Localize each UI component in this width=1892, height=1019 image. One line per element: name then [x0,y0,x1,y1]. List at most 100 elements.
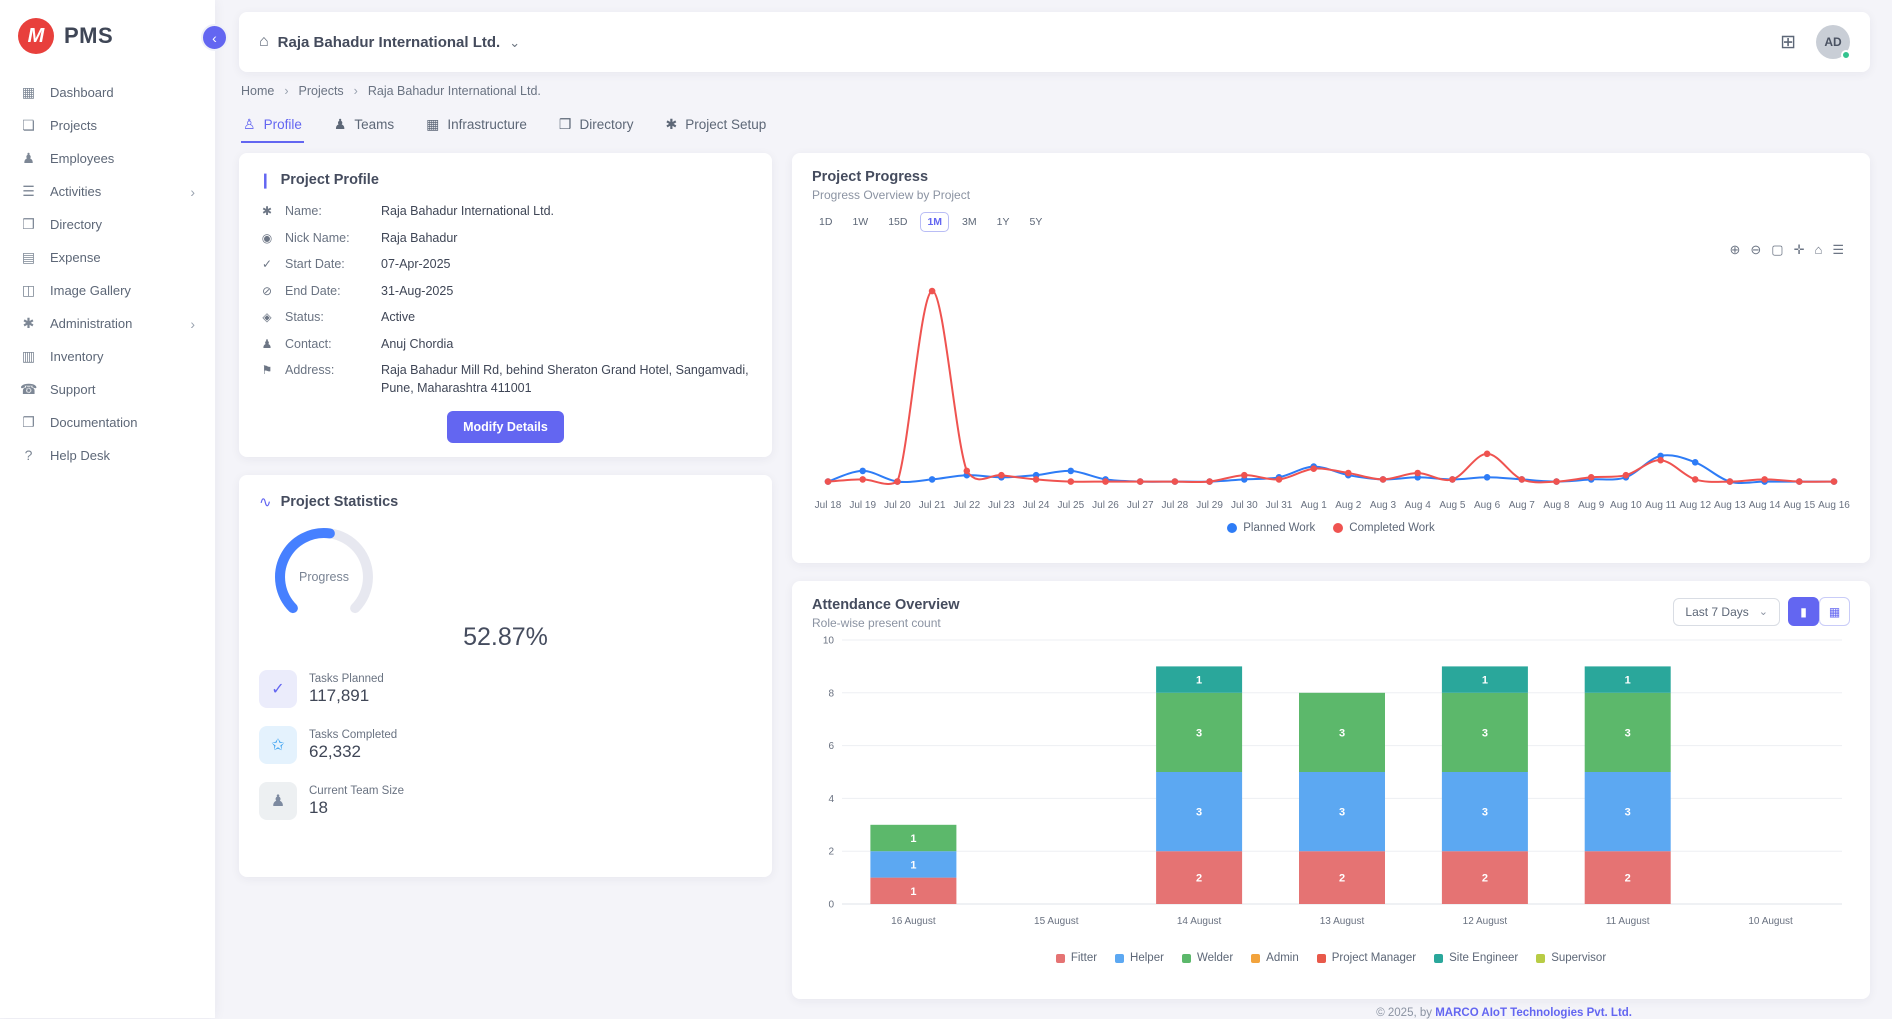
stats-list: ✓Tasks Planned117,891✩Tasks Completed62,… [259,670,752,820]
data-point-completed-work[interactable] [1449,476,1456,483]
data-point-planned-work[interactable] [1068,468,1075,475]
data-point-completed-work[interactable] [1206,478,1213,485]
sidebar-item-projects[interactable]: ❏Projects [0,109,215,142]
zoom-selection-icon[interactable]: ▢ [1771,242,1783,258]
sidebar-item-expense[interactable]: ▤Expense [0,241,215,274]
legend-planned-work[interactable]: Planned Work [1227,522,1315,534]
tab-teams[interactable]: ♟Teams [332,110,396,143]
data-point-completed-work[interactable] [825,478,832,485]
sidebar-item-activities[interactable]: ☰Activities› [0,175,215,208]
attendance-chart[interactable]: 024681011116 August15 August233114 Augus… [812,630,1850,950]
bar-value-label: 1 [910,833,916,845]
data-point-completed-work[interactable] [1033,476,1040,483]
user-avatar[interactable]: AD [1816,25,1850,59]
bar-chart-view-button[interactable]: ▮ [1788,597,1819,626]
data-point-completed-work[interactable] [1414,470,1421,477]
sidebar-item-directory[interactable]: ❒Directory [0,208,215,241]
zoom-out-icon[interactable]: ⊖ [1750,242,1761,258]
directory-icon: ❒ [20,216,37,233]
company-selector[interactable]: ⌂ Raja Bahadur International Ltd. ⌄ [259,33,520,51]
data-point-completed-work[interactable] [1796,478,1803,485]
x-axis-label: Jul 26 [1092,500,1119,511]
legend-project-manager[interactable]: Project Manager [1317,952,1416,964]
project-statistics-card: ∿ Project Statistics Progress 52.87% ✓Ta… [239,475,772,877]
sidebar-item-inventory[interactable]: ▥Inventory [0,340,215,373]
project-progress-chart[interactable]: Jul 18Jul 19Jul 20Jul 21Jul 22Jul 23Jul … [812,234,1850,520]
range-button-5y[interactable]: 5Y [1022,212,1049,232]
date-range-select[interactable]: Last 7 Days ⌄ [1673,598,1780,626]
range-button-1m[interactable]: 1M [920,212,949,232]
range-button-3m[interactable]: 3M [955,212,984,232]
sidebar-item-image-gallery[interactable]: ◫Image Gallery [0,274,215,307]
data-point-completed-work[interactable] [1102,478,1109,485]
legend-welder[interactable]: Welder [1182,952,1233,964]
company-link[interactable]: MARCO AIoT Technologies Pvt. Ltd. [1435,1007,1632,1019]
breadcrumb-item-home[interactable]: Home [241,84,274,98]
data-point-planned-work[interactable] [1692,459,1699,466]
range-button-15d[interactable]: 15D [881,212,914,232]
profile-field-end-date: ⊘End Date:31-Aug-2025 [259,283,752,301]
sidebar-item-documentation[interactable]: ❐Documentation [0,406,215,439]
projects-icon: ❏ [20,117,37,134]
data-point-completed-work[interactable] [1172,478,1179,485]
data-point-completed-work[interactable] [894,478,901,485]
legend-completed-work[interactable]: Completed Work [1333,522,1434,534]
data-point-completed-work[interactable] [1380,476,1387,483]
data-point-completed-work[interactable] [1276,476,1283,483]
progress-gauge-chart: Progress [259,523,389,621]
tab-directory[interactable]: ❒Directory [557,110,636,143]
breadcrumb-item-projects[interactable]: Projects [299,84,344,98]
legend-supervisor[interactable]: Supervisor [1536,952,1606,964]
reset-home-icon[interactable]: ⌂ [1814,242,1822,258]
tab-project-setup[interactable]: ✱Project Setup [664,110,769,143]
data-point-completed-work[interactable] [964,468,971,475]
flag-icon: ⚑ [259,362,275,379]
tab-profile[interactable]: ♙Profile [241,110,304,143]
sidebar-item-support[interactable]: ☎Support [0,373,215,406]
data-point-completed-work[interactable] [1692,476,1699,483]
data-point-completed-work[interactable] [1310,465,1317,472]
menu-icon[interactable]: ☰ [1832,242,1844,258]
apps-grid-icon[interactable]: ⊞ [1780,31,1796,54]
range-button-1d[interactable]: 1D [812,212,839,232]
data-point-completed-work[interactable] [1137,478,1144,485]
modify-details-button[interactable]: Modify Details [447,411,564,443]
data-point-planned-work[interactable] [929,476,936,483]
data-point-completed-work[interactable] [998,472,1005,479]
legend-fitter[interactable]: Fitter [1056,952,1097,964]
table-view-button[interactable]: ▦ [1819,597,1850,626]
pan-icon[interactable]: ✛ [1794,242,1805,258]
legend-admin[interactable]: Admin [1251,952,1299,964]
sidebar-item-administration[interactable]: ✱Administration› [0,307,215,340]
legend-helper[interactable]: Helper [1115,952,1164,964]
check-icon: ✓ [259,256,275,273]
range-button-1y[interactable]: 1Y [990,212,1017,232]
sidebar-collapse-button[interactable]: ‹ [201,24,228,51]
data-point-completed-work[interactable] [1727,478,1734,485]
data-point-completed-work[interactable] [1553,478,1560,485]
data-point-completed-work[interactable] [859,476,866,483]
app-logo[interactable]: M PMS [0,0,215,70]
sidebar-item-dashboard[interactable]: ▦Dashboard [0,76,215,109]
data-point-completed-work[interactable] [1345,470,1352,477]
tab-infrastructure[interactable]: ▦Infrastructure [424,110,529,143]
range-button-1w[interactable]: 1W [845,212,875,232]
zoom-in-icon[interactable]: ⊕ [1729,242,1740,258]
data-point-planned-work[interactable] [859,468,866,475]
data-point-planned-work[interactable] [1484,474,1491,481]
data-point-completed-work[interactable] [1484,451,1491,458]
legend-site-engineer[interactable]: Site Engineer [1434,952,1518,964]
data-point-completed-work[interactable] [1519,476,1526,483]
data-point-completed-work[interactable] [1068,478,1075,485]
data-point-completed-work[interactable] [929,288,936,295]
field-value: Active [381,309,752,327]
sidebar-item-employees[interactable]: ♟Employees [0,142,215,175]
sidebar-item-help-desk[interactable]: ?Help Desk [0,439,215,471]
data-point-completed-work[interactable] [1241,472,1248,479]
data-point-completed-work[interactable] [1831,478,1838,485]
data-point-completed-work[interactable] [1588,474,1595,481]
data-point-completed-work[interactable] [1657,457,1664,464]
data-point-completed-work[interactable] [1623,472,1630,479]
data-point-completed-work[interactable] [1761,476,1768,483]
legend-label: Supervisor [1551,952,1606,964]
